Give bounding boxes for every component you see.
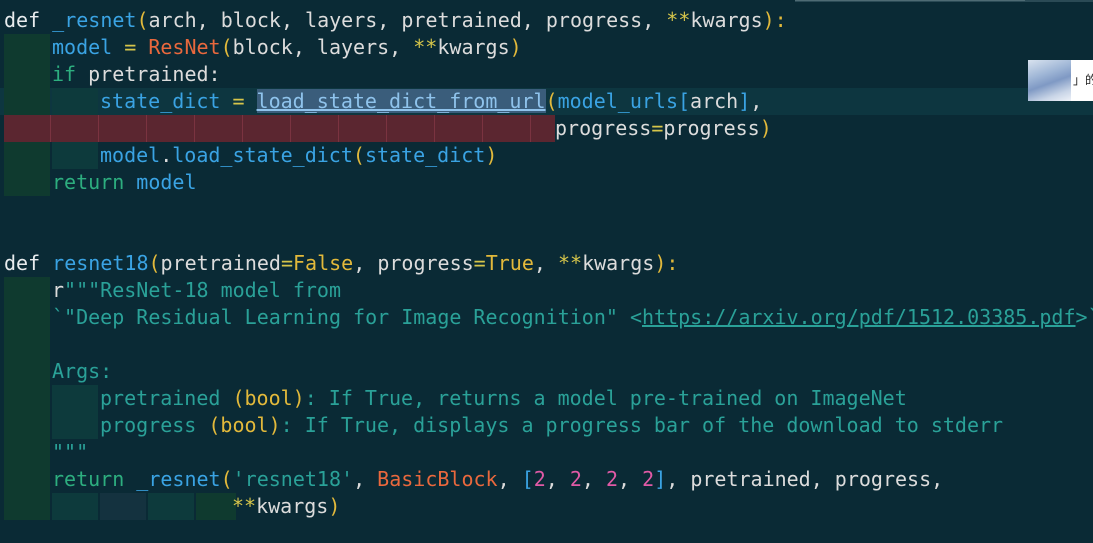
operator: ** [232,494,257,518]
identifier: model [124,170,197,194]
number: 2 [533,467,546,491]
identifier: progress [663,116,760,140]
code-line[interactable]: """ [52,439,88,466]
args: block, layers, [232,35,414,59]
string-prefix: r [52,278,65,302]
selected-text[interactable]: load_state_dict_from_url [256,89,546,113]
keyword: def [4,251,41,275]
docstring-type: (bool) [208,413,281,437]
docstring: """ResNet-18 model from [64,278,341,302]
condition: pretrained: [76,62,221,86]
code-line[interactable]: pretrained (bool): If True, returns a mo… [100,385,907,412]
function-name: _resnet [136,467,221,491]
keyword: def [4,8,41,32]
code-line[interactable]: progress=progress) [555,115,772,142]
docstring: Args: [52,359,113,383]
indent-guide [4,277,50,520]
string: 'resnet18' [232,467,354,491]
floating-tooltip[interactable]: 」的 [1028,60,1093,101]
error-highlight-band [4,115,555,142]
top-divider-accent [795,0,1025,1]
punctuation: , [750,89,763,113]
class-name: ResNet [148,35,221,59]
indent-guide [52,385,98,439]
keyword: return [52,170,125,194]
code-line[interactable]: model.load_state_dict(state_dict) [100,142,497,169]
param: progress [377,251,474,275]
operator: = [651,116,664,140]
code-line[interactable]: Args: [52,358,112,385]
docstring-link[interactable]: https://arxiv.org/pdf/1512.03385.pdf [642,305,1075,329]
code-line[interactable]: state_dict = load_state_dict_from_url(mo… [100,88,762,115]
indent-guide [52,88,98,115]
params: arch, block, layers, pretrained, progres… [148,8,667,32]
operator: = [220,89,257,113]
indent-guide [100,493,146,520]
code-line[interactable]: return model [52,169,197,196]
keyword: if [52,62,77,86]
number: 2 [606,467,619,491]
number: 2 [642,467,655,491]
punctuation: . [160,143,173,167]
docstring-type: (bool) [232,386,305,410]
code-line[interactable]: r"""ResNet-18 model from [52,277,341,304]
operator: ** [557,251,583,275]
thumbnail-image [1028,60,1071,101]
param: kwargs [690,8,763,32]
method-name: load_state_dict [172,143,353,167]
identifier: state_dict [364,143,486,167]
docstring: """ [52,440,89,464]
docstring: : If True, displays a progress bar of th… [280,413,1004,437]
docstring: progress [100,413,209,437]
variable: model [52,35,113,59]
keyword-arg: progress [555,116,652,140]
operator: ** [413,35,438,59]
docstring: pretrained [100,386,233,410]
code-line[interactable]: def _resnet(arch, block, layers, pretrai… [4,7,787,34]
keyword: return [52,467,125,491]
function-name: _resnet [52,8,137,32]
identifier: arch [690,89,739,113]
indent-guide [52,493,98,520]
indent-guide [196,493,236,520]
docstring: >` [1075,305,1093,329]
code-editor[interactable]: def _resnet(arch, block, layers, pretrai… [0,0,1093,543]
identifier: kwargs [256,494,329,518]
arg: kwargs [437,35,510,59]
code-line[interactable]: **kwargs) [232,493,340,520]
indent-guide [4,88,50,115]
identifier: model_urls [557,89,678,113]
indent-guide [148,493,194,520]
param: kwargs [582,251,655,275]
boolean: True [485,251,534,275]
code-line[interactable]: if pretrained: [52,61,221,88]
code-line[interactable]: progress (bool): If True, displays a pro… [100,412,1003,439]
docstring: `"Deep Residual Learning for Image Recog… [52,305,643,329]
code-line[interactable]: def resnet18(pretrained=False, progress=… [4,250,678,277]
docstring: : If True, returns a model pre-trained o… [304,386,907,410]
variable: state_dict [100,89,221,113]
identifier: model [100,143,161,167]
boolean: False [293,251,354,275]
number: 2 [569,467,582,491]
operator: = [112,35,149,59]
operator: ** [666,8,691,32]
args: , pretrained, progress, [666,467,944,491]
param: pretrained [160,251,281,275]
class-name: BasicBlock [377,467,498,491]
code-line[interactable]: `"Deep Residual Learning for Image Recog… [52,304,1093,331]
code-line[interactable]: return _resnet('resnet18', BasicBlock, [… [52,466,943,493]
tooltip-text: 」的 [1073,73,1093,87]
function-name: resnet18 [52,251,149,275]
code-line[interactable]: model = ResNet(block, layers, **kwargs) [52,34,522,61]
